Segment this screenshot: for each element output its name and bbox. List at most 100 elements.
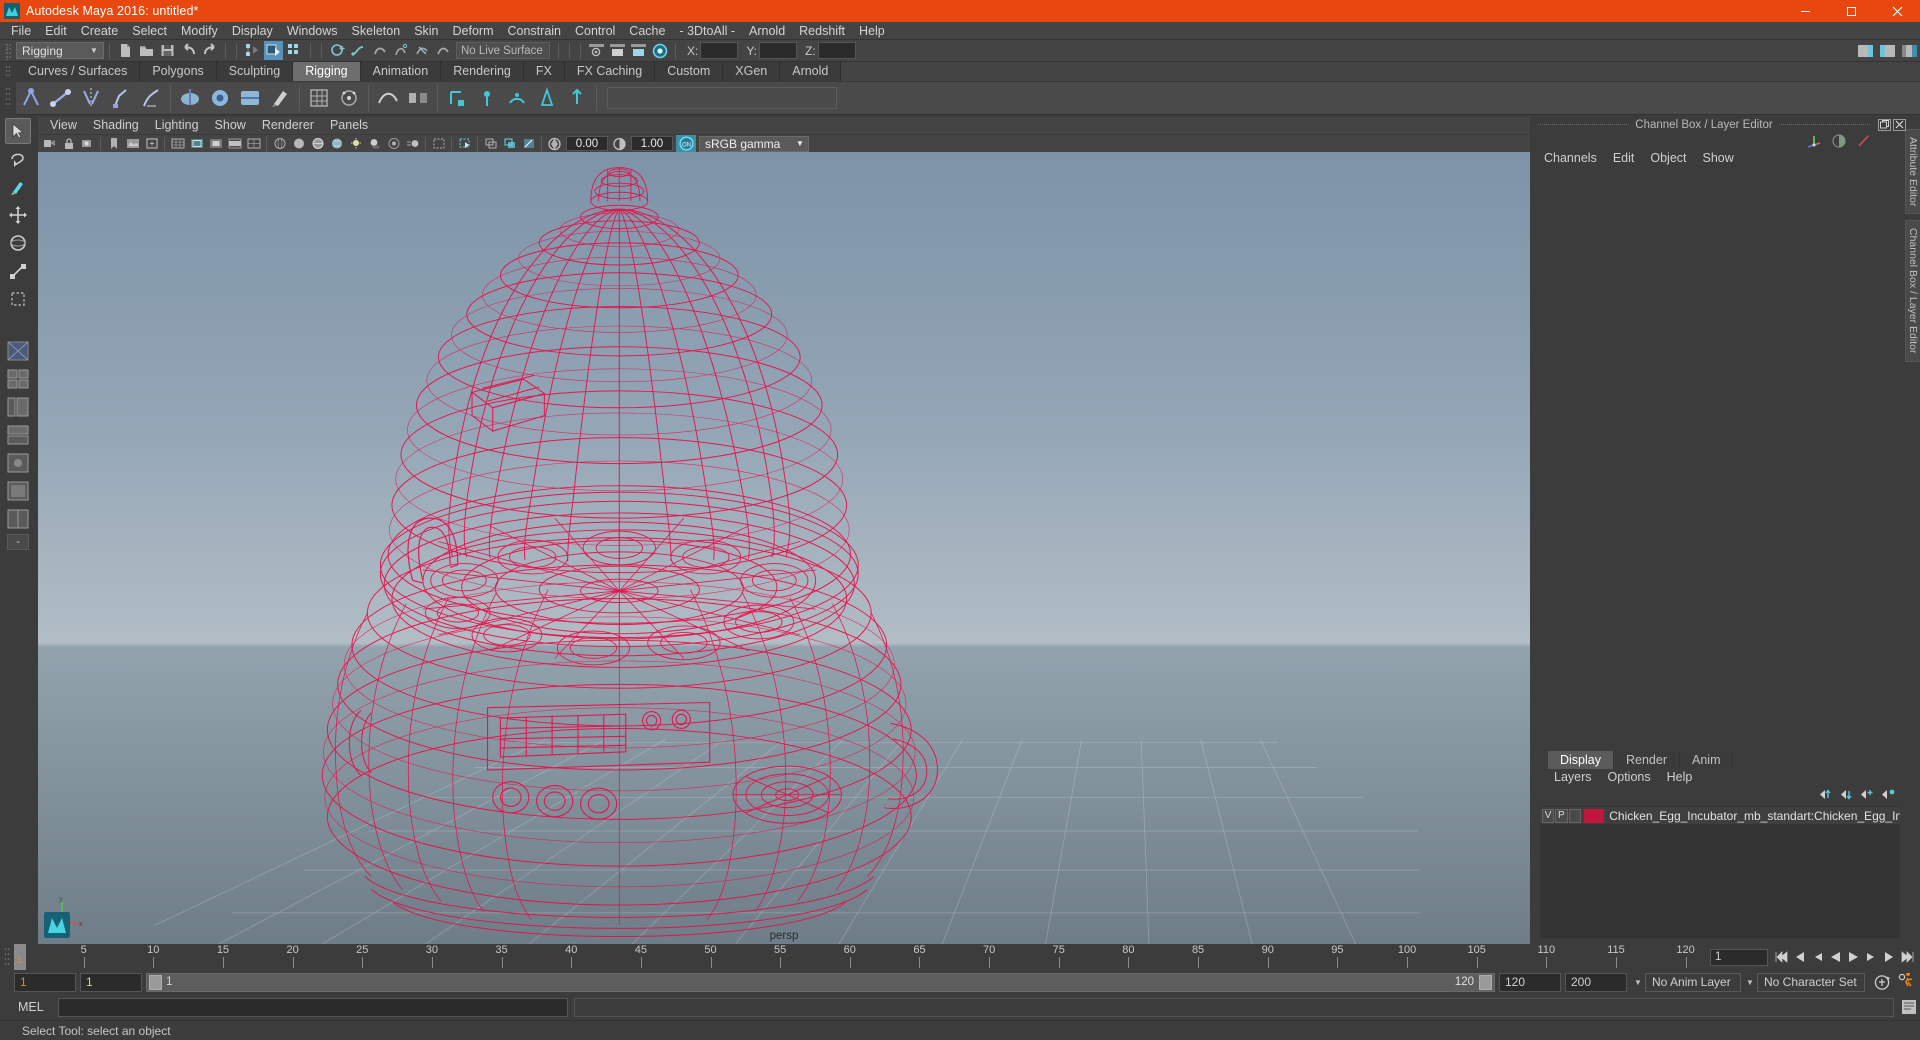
persp-graph-icon[interactable] (5, 422, 31, 448)
menu-edit[interactable]: Edit (38, 22, 74, 40)
shelf-tab-polygons[interactable]: Polygons (140, 62, 217, 81)
point-constraint-icon[interactable] (473, 84, 501, 112)
select-tool[interactable] (5, 118, 31, 144)
step-forward-keyframe-icon[interactable] (1881, 948, 1897, 966)
range-start-field[interactable]: 1 (80, 972, 142, 992)
toolbar-grip[interactable] (5, 41, 13, 60)
display-layer-list[interactable]: V P Chicken_Egg_Incubator_mb_standart:Ch… (1540, 806, 1900, 938)
blend-shape-icon[interactable] (404, 84, 432, 112)
shadows-icon[interactable] (366, 136, 383, 152)
menu-create[interactable]: Create (74, 22, 126, 40)
range-slider-right-handle[interactable] (1479, 974, 1492, 990)
shelf-grip[interactable] (0, 62, 16, 81)
mirror-joint-icon[interactable] (77, 84, 105, 112)
parent-constraint-icon[interactable] (443, 84, 471, 112)
lock-camera-icon[interactable] (60, 136, 77, 152)
layer-tab-display[interactable]: Display (1548, 751, 1614, 769)
viewport-3d-canvas[interactable]: y x z persp (38, 152, 1530, 944)
snap-to-view-plane-icon[interactable] (412, 41, 431, 60)
step-back-frame-icon[interactable] (1809, 948, 1825, 966)
go-to-end-icon[interactable] (1899, 948, 1915, 966)
gamma-field[interactable]: 1.00 (631, 136, 673, 151)
select-by-object-icon[interactable] (264, 41, 283, 60)
viewport-menu-shading[interactable]: Shading (85, 117, 147, 134)
pose-icon[interactable] (563, 84, 591, 112)
animation-preferences-icon[interactable] (1895, 972, 1919, 992)
render-settings-icon[interactable] (629, 41, 648, 60)
exposure-icon[interactable] (546, 136, 563, 152)
step-back-keyframe-icon[interactable] (1791, 948, 1807, 966)
range-slider-bar[interactable]: 1 120 (146, 972, 1495, 992)
panel-drag-dots[interactable] (1778, 124, 1871, 125)
redo-icon[interactable] (200, 41, 219, 60)
new-layer-icon[interactable] (1860, 788, 1875, 801)
paint-select-tool[interactable] (5, 174, 31, 200)
persp-render-icon[interactable] (5, 478, 31, 504)
current-frame-field[interactable]: 1 (1710, 948, 1768, 966)
menu-control[interactable]: Control (568, 22, 622, 40)
layer-playback-toggle[interactable]: P (1555, 808, 1568, 823)
layer-menu-options[interactable]: Options (1600, 769, 1659, 786)
layer-tab-anim[interactable]: Anim (1680, 751, 1734, 769)
menu-file[interactable]: File (4, 22, 38, 40)
create-joint-icon[interactable] (17, 84, 45, 112)
lasso-select-tool[interactable] (5, 146, 31, 172)
contrast-icon[interactable] (611, 136, 628, 152)
insert-joint-icon[interactable] (47, 84, 75, 112)
menu-skeleton[interactable]: Skeleton (345, 22, 408, 40)
layer-color-swatch[interactable] (1583, 808, 1605, 823)
two-pane-icon[interactable] (5, 506, 31, 532)
wireframe-icon[interactable] (271, 136, 288, 152)
exposure-field[interactable]: 0.00 (566, 136, 608, 151)
twod-pan-zoom-icon[interactable] (143, 136, 160, 152)
go-to-start-icon[interactable] (1773, 948, 1789, 966)
menu-select[interactable]: Select (125, 22, 174, 40)
save-scene-icon[interactable] (158, 41, 177, 60)
menu-display[interactable]: Display (225, 22, 280, 40)
snap-to-point-icon[interactable] (370, 41, 389, 60)
xray-icon[interactable] (456, 136, 473, 152)
four-view-layout-icon[interactable] (5, 366, 31, 392)
time-slider-grip[interactable] (0, 944, 14, 970)
viewport-menu-view[interactable]: View (42, 117, 85, 134)
viewport-menu-panels[interactable]: Panels (322, 117, 376, 134)
menu-set-selector[interactable]: Rigging ▼ (16, 42, 104, 59)
minimize-button[interactable] (1782, 0, 1828, 22)
layer-state-toggle[interactable] (1568, 808, 1581, 823)
shading-sphere-icon[interactable] (1831, 133, 1847, 149)
use-all-lights-icon[interactable] (347, 136, 364, 152)
motion-blur-icon[interactable] (404, 136, 421, 152)
grid-icon[interactable] (169, 136, 186, 152)
shelf-tab-curves-surfaces[interactable]: Curves / Surfaces (16, 62, 141, 81)
field-chart-icon[interactable] (245, 136, 262, 152)
new-layer-from-selected-icon[interactable] (1881, 788, 1896, 801)
sidebar-attribute-editor-icon[interactable] (1855, 41, 1875, 61)
live-surface-field[interactable]: No Live Surface (456, 42, 550, 59)
command-input-field[interactable] (58, 997, 568, 1017)
select-camera-icon[interactable] (41, 136, 58, 152)
menu-windows[interactable]: Windows (280, 22, 345, 40)
shelf-icons-grip[interactable] (0, 81, 16, 115)
ik-handle-icon[interactable] (107, 84, 135, 112)
interactive-bind-icon[interactable] (206, 84, 234, 112)
scale-tool[interactable] (5, 258, 31, 284)
resolution-gate-icon[interactable] (207, 136, 224, 152)
viewport-menu-lighting[interactable]: Lighting (147, 117, 207, 134)
vtab-channel-box[interactable]: Channel Box / Layer Editor (1905, 220, 1920, 362)
rotate-tool[interactable] (5, 230, 31, 256)
shelf-extra-field[interactable] (607, 87, 837, 109)
close-panel-icon[interactable] (1893, 118, 1907, 131)
film-gate-icon[interactable] (188, 136, 205, 152)
hypershade-persp-icon[interactable] (5, 450, 31, 476)
xray-joints-icon[interactable] (482, 136, 499, 152)
shelf-tab-animation[interactable]: Animation (360, 62, 442, 81)
screen-space-ao-icon[interactable] (385, 136, 402, 152)
channelbox-menu-show[interactable]: Show (1695, 150, 1742, 167)
play-forwards-icon[interactable] (1845, 948, 1861, 966)
shelf-tab-fx[interactable]: FX (523, 62, 565, 81)
orient-constraint-icon[interactable] (503, 84, 531, 112)
menu-skin[interactable]: Skin (407, 22, 445, 40)
textured-icon[interactable] (328, 136, 345, 152)
channel-box-content[interactable] (1532, 167, 1906, 751)
anim-start-field[interactable]: 1 (14, 972, 76, 992)
